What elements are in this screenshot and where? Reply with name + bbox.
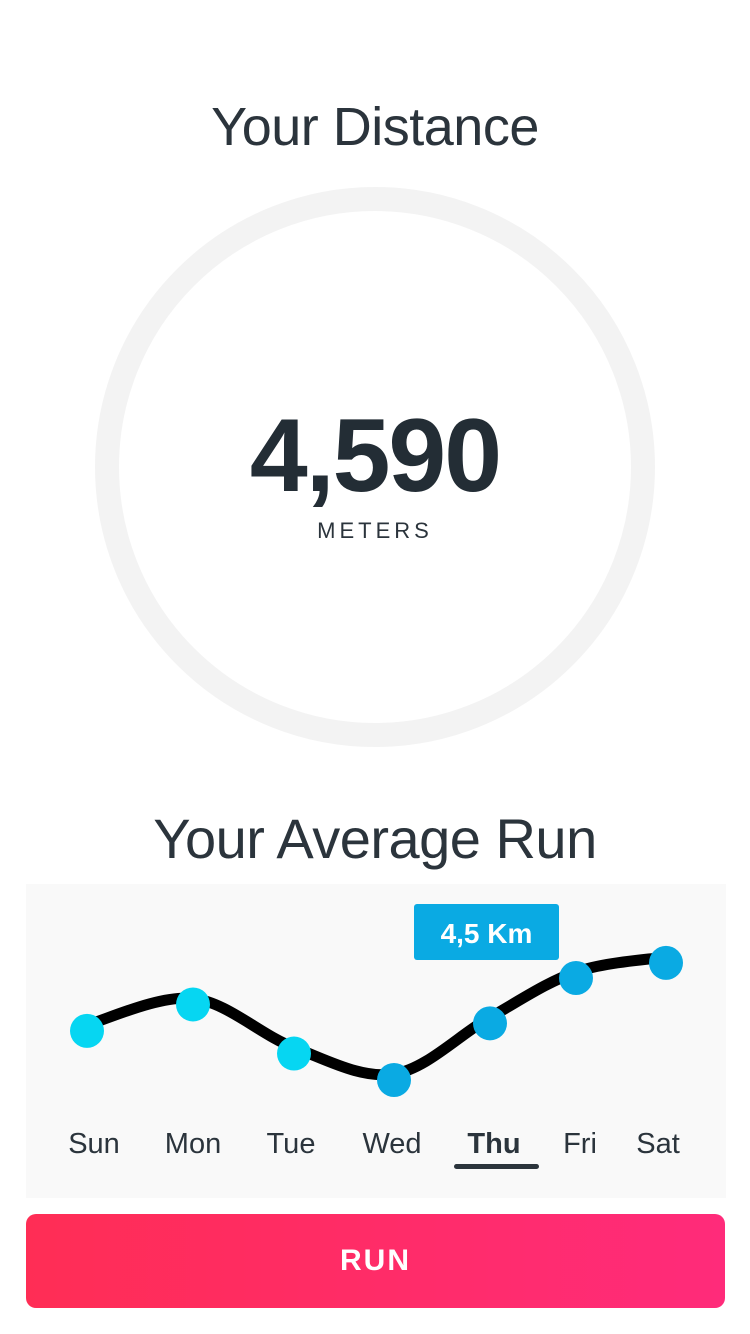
average-run-title: Your Average Run bbox=[153, 807, 597, 870]
day-tab-thu[interactable]: Thu bbox=[467, 1128, 520, 1161]
distance-unit: METERS bbox=[317, 518, 433, 543]
average-run-chart: 4,5 Km Sun Mon Tue Wed Thu Fri Sat bbox=[26, 884, 726, 1198]
day-tab-tue[interactable]: Tue bbox=[267, 1128, 316, 1161]
day-tab-wed[interactable]: Wed bbox=[362, 1128, 421, 1161]
day-tab-sat[interactable]: Sat bbox=[636, 1128, 680, 1161]
distance-ring: 4,590 METERS bbox=[95, 187, 655, 747]
run-button[interactable]: RUN bbox=[26, 1214, 725, 1308]
data-point-mon[interactable] bbox=[176, 987, 210, 1022]
day-tab-mon[interactable]: Mon bbox=[165, 1128, 221, 1161]
data-point-fri[interactable] bbox=[559, 961, 593, 995]
data-point-sun[interactable] bbox=[70, 1013, 104, 1048]
selected-day-indicator bbox=[454, 1164, 539, 1169]
data-point-tue[interactable] bbox=[277, 1036, 311, 1071]
value-tooltip: 4,5 Km bbox=[414, 904, 559, 960]
day-tab-fri[interactable]: Fri bbox=[563, 1128, 597, 1161]
distance-value: 4,590 bbox=[249, 398, 502, 514]
data-point-sat[interactable] bbox=[649, 945, 683, 980]
data-point-thu[interactable] bbox=[473, 1006, 507, 1041]
distance-title: Your Distance bbox=[211, 97, 539, 157]
data-point-wed[interactable] bbox=[377, 1063, 411, 1097]
day-tab-sun[interactable]: Sun bbox=[68, 1128, 120, 1161]
